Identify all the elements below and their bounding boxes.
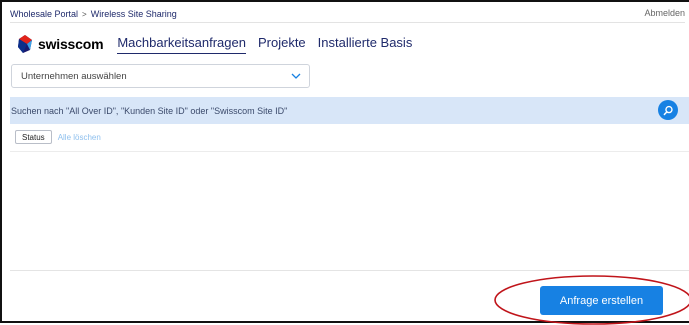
search-bar (10, 97, 689, 124)
search-input[interactable] (10, 97, 650, 124)
logout-link[interactable]: Abmelden (644, 8, 685, 18)
create-request-button[interactable]: Anfrage erstellen (540, 286, 663, 315)
clear-all-filters-link[interactable]: Alle löschen (58, 133, 101, 142)
search-icon (663, 105, 673, 115)
nav-tab-machbarkeitsanfragen[interactable]: Machbarkeitsanfragen (117, 35, 246, 54)
swisscom-logo-icon (18, 35, 32, 53)
footer-divider (10, 270, 689, 271)
filter-divider (10, 151, 689, 152)
breadcrumb-separator: > (82, 9, 87, 19)
app-window: Wholesale Portal > Wireless Site Sharing… (0, 0, 689, 325)
nav-tab-projekte[interactable]: Projekte (258, 35, 306, 53)
chevron-down-icon (291, 73, 301, 79)
breadcrumb-wholesale-portal[interactable]: Wholesale Portal (10, 9, 78, 19)
swisscom-logo[interactable]: swisscom (16, 34, 104, 54)
top-bar: Wholesale Portal > Wireless Site Sharing… (10, 6, 685, 22)
search-button[interactable] (658, 100, 678, 120)
filter-bar: Status Alle löschen (15, 130, 101, 144)
company-select[interactable]: Unternehmen auswählen (11, 64, 310, 88)
nav-tab-installierte-basis[interactable]: Installierte Basis (318, 35, 413, 53)
company-select-placeholder: Unternehmen auswählen (21, 70, 127, 82)
brand-name: swisscom (38, 36, 104, 52)
status-filter-chip[interactable]: Status (15, 130, 52, 144)
main-nav: swisscom Machbarkeitsanfragen Projekte I… (16, 30, 424, 58)
breadcrumb-wireless-site-sharing[interactable]: Wireless Site Sharing (91, 9, 177, 19)
top-divider (10, 22, 685, 23)
